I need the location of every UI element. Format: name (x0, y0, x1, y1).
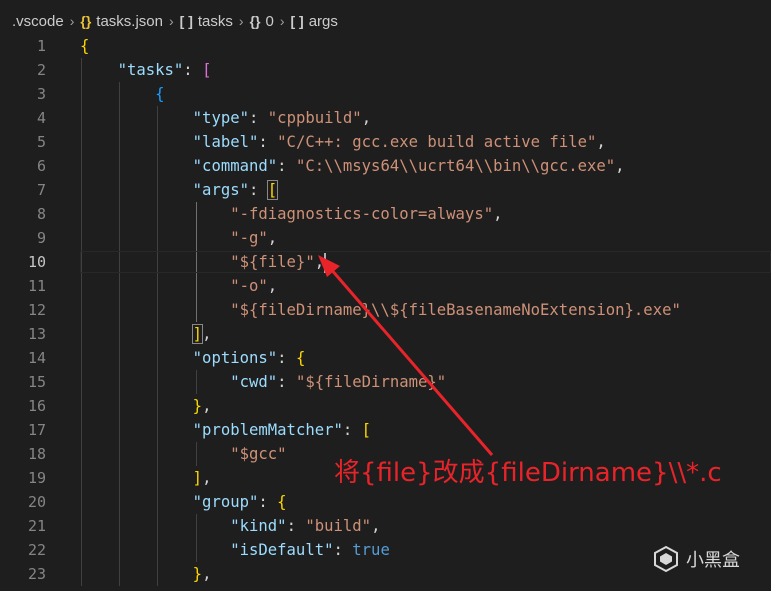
annotation-arrow (318, 255, 494, 456)
annotation-text: 将{file}改成{fileDirname}\\*.c (334, 458, 722, 488)
watermark: 小黑盒 (652, 545, 740, 573)
xiaoheihe-logo-icon (654, 545, 678, 573)
